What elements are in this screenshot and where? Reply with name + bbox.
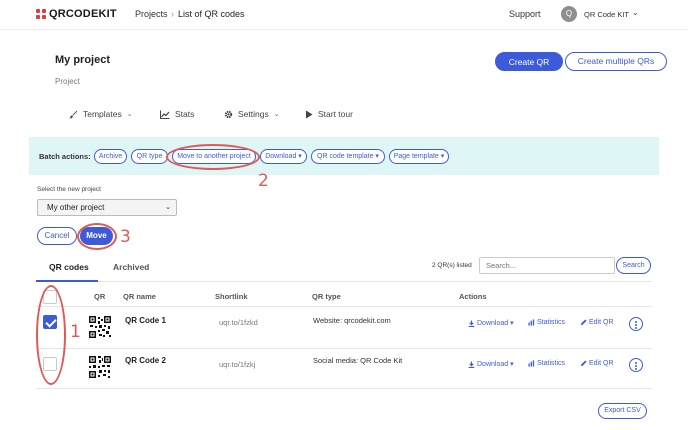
- settings-label: Settings: [238, 109, 269, 119]
- active-tab-indicator: [36, 280, 98, 282]
- settings-menu[interactable]: Settings ⌄: [224, 109, 280, 119]
- download-icon: [468, 360, 475, 368]
- row-qr-name[interactable]: QR Code 1: [125, 316, 166, 325]
- row-qr-type: Social media: QR Code Kit: [313, 356, 403, 365]
- annotation-ellipse-move-button: [77, 223, 117, 250]
- support-link[interactable]: Support: [509, 9, 541, 19]
- nav-projects-link[interactable]: Projects: [135, 9, 168, 19]
- qr-code-thumbnail[interactable]: [89, 356, 111, 378]
- row-download-dropdown[interactable]: Download ▾: [468, 319, 514, 327]
- brush-icon: [69, 110, 78, 118]
- annotation-step-3: 3: [120, 227, 131, 247]
- start-tour-label: Start tour: [318, 109, 353, 119]
- row-statistics-link[interactable]: Statistics: [528, 319, 565, 326]
- batch-actions-label: Batch actions:: [39, 152, 91, 161]
- batch-download-dropdown[interactable]: Download ▾: [260, 149, 307, 164]
- project-title: My project: [55, 54, 111, 66]
- download-icon: [468, 319, 475, 327]
- row-more-options-icon[interactable]: [629, 317, 643, 331]
- search-input[interactable]: [479, 257, 615, 274]
- header-qr: QR: [94, 292, 106, 301]
- row-more-options-icon[interactable]: [629, 358, 643, 372]
- row-divider: [36, 348, 652, 349]
- cancel-button[interactable]: Cancel: [37, 227, 77, 245]
- pencil-icon: [580, 319, 587, 326]
- logo-mark-icon: [36, 9, 46, 19]
- row-divider: [36, 388, 652, 389]
- row-download-dropdown[interactable]: Download ▾: [468, 360, 514, 368]
- create-qr-button[interactable]: Create QR: [495, 52, 563, 71]
- row-qr-type: Website: qrcodekit.com: [313, 316, 391, 325]
- selected-project-value: My other project: [47, 203, 105, 212]
- pencil-icon: [580, 360, 587, 367]
- qr-code-thumbnail[interactable]: [89, 316, 111, 338]
- stats-label: Stats: [175, 109, 195, 119]
- row-edit-label: Edit QR: [589, 360, 614, 367]
- templates-label: Templates: [83, 109, 122, 119]
- select-project-label: Select the new project: [37, 186, 101, 193]
- header-divider: [36, 306, 652, 307]
- annotation-step-1: 1: [70, 322, 81, 342]
- tab-archived[interactable]: Archived: [113, 262, 149, 272]
- project-subtitle: Project: [55, 77, 80, 86]
- logo-text: QRCODEKIT: [49, 8, 117, 20]
- line-chart-icon: [160, 110, 170, 119]
- header-qr-type: QR type: [312, 292, 341, 301]
- nav-list-of-qr-codes[interactable]: List of QR codes: [178, 9, 245, 19]
- annotation-ellipse-checkboxes: [36, 285, 66, 385]
- user-menu-chevron-icon[interactable]: ⌄: [632, 8, 639, 17]
- row-shortlink[interactable]: uqr.to/1fzkd: [219, 318, 258, 327]
- row-statistics-label: Statistics: [537, 319, 566, 326]
- create-multiple-qrs-button[interactable]: Create multiple QRs: [565, 52, 667, 71]
- search-button[interactable]: Search: [616, 257, 651, 274]
- templates-chevron-icon: ⌄: [126, 111, 133, 118]
- qrcodekit-logo[interactable]: QRCODEKIT: [36, 8, 117, 20]
- annotation-ellipse-move-project: [166, 144, 260, 170]
- row-statistics-label: Statistics: [537, 360, 566, 367]
- select-chevron-icon: ⌄: [165, 204, 171, 211]
- tab-qr-codes[interactable]: QR codes: [49, 262, 89, 272]
- row-edit-link[interactable]: Edit QR: [580, 360, 614, 367]
- batch-qr-template-dropdown[interactable]: QR code template ▾: [311, 149, 385, 164]
- row-shortlink[interactable]: uqr.to/1fzkj: [219, 360, 255, 369]
- templates-menu[interactable]: Templates ⌄: [69, 109, 133, 119]
- avatar[interactable]: Q: [561, 6, 577, 22]
- export-csv-button[interactable]: Export CSV: [598, 403, 647, 419]
- header-actions: Actions: [459, 292, 487, 301]
- settings-chevron-icon: ⌄: [273, 111, 280, 118]
- tabs-divider: [36, 281, 652, 282]
- row-qr-name[interactable]: QR Code 2: [125, 356, 166, 365]
- qr-count: 2 QR(s) listed: [432, 262, 472, 269]
- bar-chart-icon: [528, 319, 535, 326]
- header-shortlink: Shortlink: [215, 292, 248, 301]
- batch-qr-type-button[interactable]: QR type: [131, 149, 168, 164]
- annotation-step-2: 2: [258, 171, 269, 191]
- bar-chart-icon: [528, 360, 535, 367]
- header-qr-name: QR name: [123, 292, 156, 301]
- breadcrumb-separator: ›: [171, 9, 174, 19]
- row-edit-label: Edit QR: [589, 319, 614, 326]
- gear-icon: [224, 110, 233, 118]
- batch-archive-button[interactable]: Archive: [94, 149, 127, 164]
- row-download-label: Download ▾: [477, 320, 514, 327]
- play-icon: [306, 110, 313, 118]
- row-download-label: Download ▾: [477, 361, 514, 368]
- user-name[interactable]: QR Code KIT: [584, 10, 629, 19]
- stats-menu[interactable]: Stats: [160, 109, 194, 119]
- batch-page-template-dropdown[interactable]: Page template ▾: [389, 149, 449, 164]
- row-statistics-link[interactable]: Statistics: [528, 360, 565, 367]
- project-select[interactable]: My other project ⌄: [37, 199, 177, 216]
- start-tour-button[interactable]: Start tour: [305, 109, 353, 119]
- row-edit-link[interactable]: Edit QR: [580, 319, 614, 326]
